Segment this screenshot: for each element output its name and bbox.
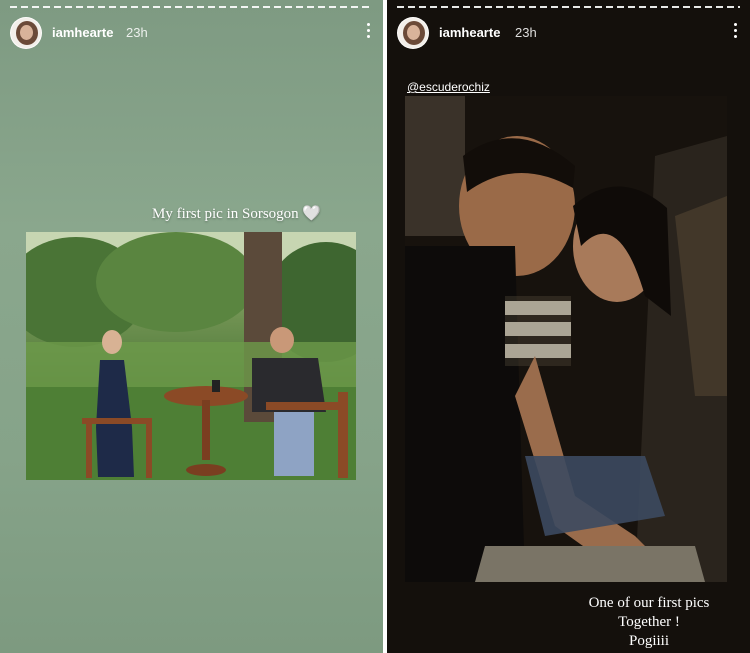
caption-line: One of our first pics xyxy=(588,595,710,611)
story-progress-bar xyxy=(10,6,373,8)
story-progress-bar xyxy=(397,6,740,8)
story-caption: My first pic in Sorsogon 🤍 xyxy=(152,206,322,222)
story-panel-left[interactable]: iamhearte 23h My first pic in Sorsogon 🤍 xyxy=(0,0,383,653)
username[interactable]: iamhearte xyxy=(52,25,113,40)
profile-avatar[interactable] xyxy=(10,17,42,49)
garden-scene-illustration xyxy=(26,232,356,480)
more-vertical-icon[interactable] xyxy=(363,20,373,44)
story-header: iamhearte 23h xyxy=(397,17,740,51)
caption-line: Pogiiii xyxy=(628,633,669,649)
story-header: iamhearte 23h xyxy=(10,17,373,51)
story-caption: One of our first pics Together ! Pogiiii xyxy=(584,594,714,651)
profile-avatar[interactable] xyxy=(397,17,429,49)
mention-link[interactable]: @escuderochiz xyxy=(407,80,490,94)
username[interactable]: iamhearte xyxy=(439,25,500,40)
timestamp: 23h xyxy=(126,25,148,40)
story-photo xyxy=(26,232,356,480)
story-photo xyxy=(405,96,727,582)
timestamp: 23h xyxy=(515,25,537,40)
couple-night-photo-illustration xyxy=(405,96,727,582)
more-vertical-icon[interactable] xyxy=(730,20,740,44)
caption-line: Together ! xyxy=(618,614,680,630)
